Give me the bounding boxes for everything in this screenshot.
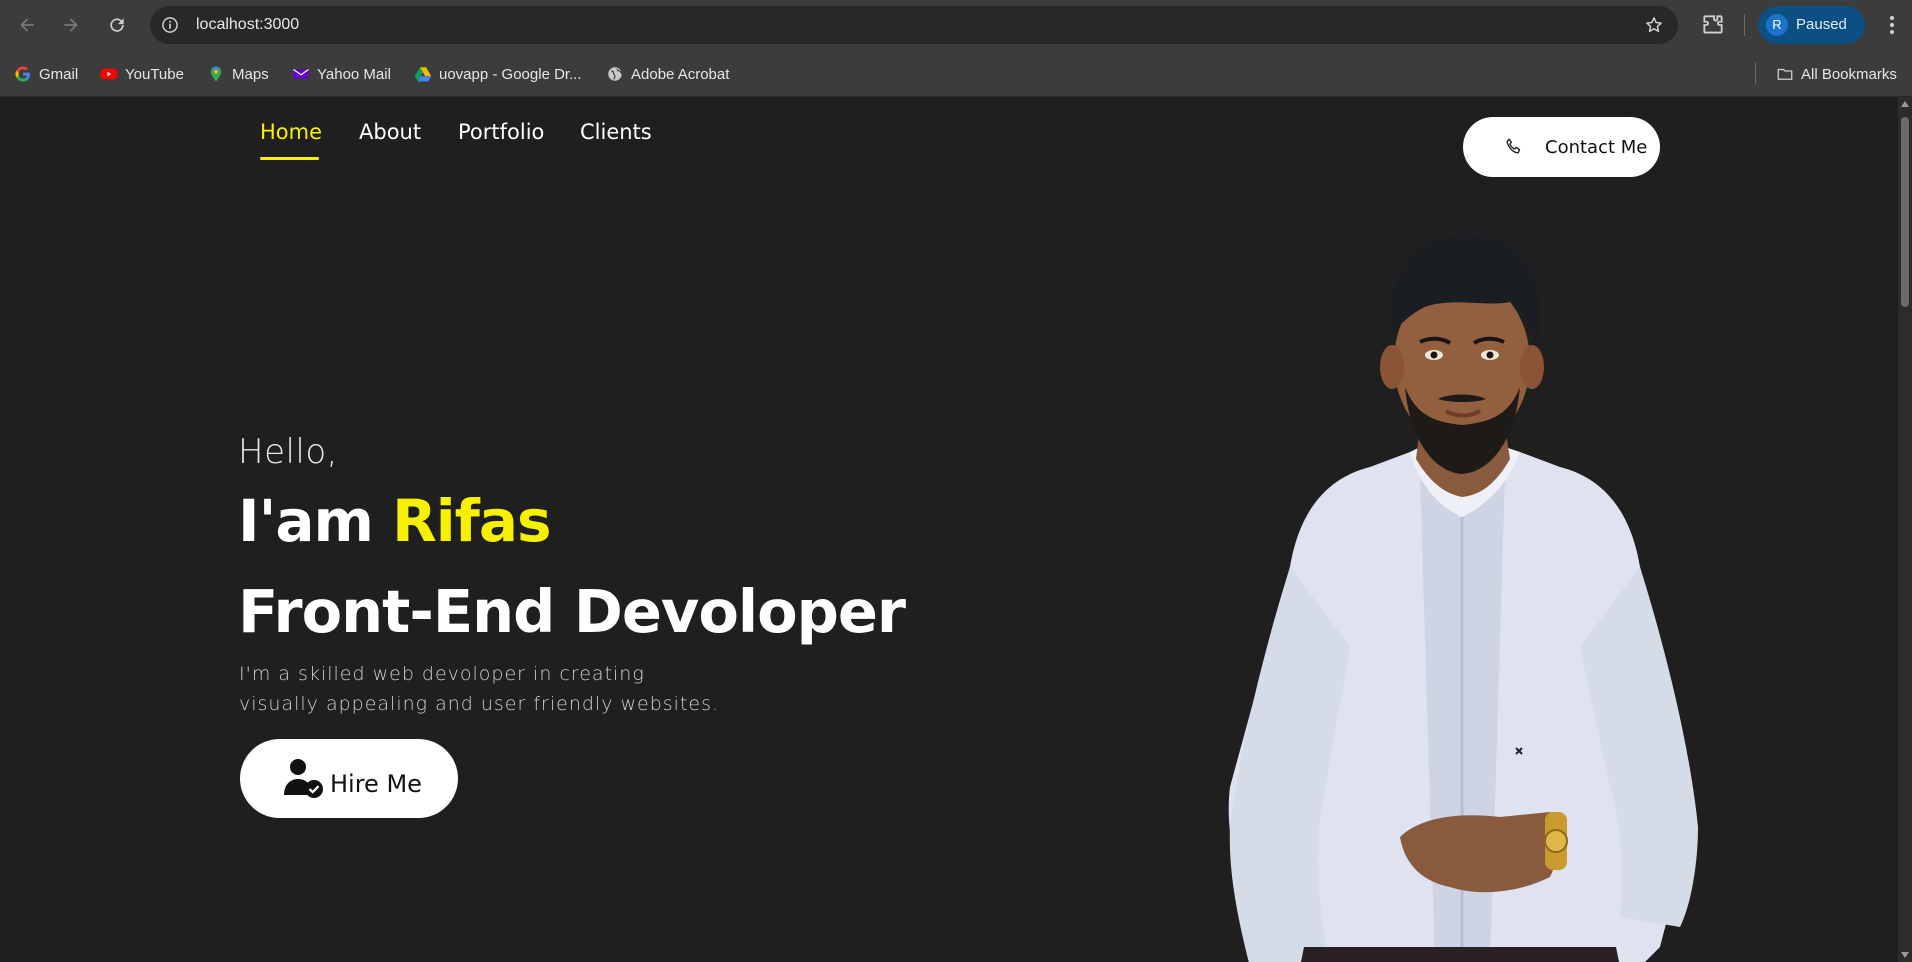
arrow-right-icon xyxy=(64,18,78,32)
reload-button[interactable] xyxy=(102,10,132,40)
user-check-icon xyxy=(284,758,323,798)
nav-home[interactable]: Home xyxy=(260,120,322,144)
google-icon xyxy=(15,66,31,82)
forward-button[interactable] xyxy=(56,10,86,40)
hire-me-label: Hire Me xyxy=(330,769,422,798)
contact-me-label: Contact Me xyxy=(1545,136,1648,158)
toolbar-divider xyxy=(1744,14,1745,36)
back-button[interactable] xyxy=(12,10,42,40)
avatar: R xyxy=(1766,14,1788,36)
yahoo-mail-icon xyxy=(293,69,309,79)
profile-button[interactable]: R Paused xyxy=(1758,6,1865,44)
maps-icon xyxy=(210,66,222,82)
page-scrollbar[interactable] xyxy=(1898,97,1912,962)
arrow-left-icon xyxy=(20,18,34,32)
page-viewport: Home About Portfolio Clients Contact Me … xyxy=(0,97,1912,962)
nav-active-underline xyxy=(260,157,319,160)
bookmark-youtube[interactable]: YouTube xyxy=(100,62,184,86)
bookmarks-divider xyxy=(1755,62,1756,84)
more-menu-icon[interactable] xyxy=(1880,13,1904,37)
bookmark-label: Adobe Acrobat xyxy=(631,65,730,83)
nav-clients[interactable]: Clients xyxy=(580,120,652,144)
all-bookmarks-button[interactable]: All Bookmarks xyxy=(1776,62,1897,86)
hero-role: Front-End Devoloper xyxy=(238,577,906,646)
scroll-down-arrow[interactable] xyxy=(1901,952,1909,958)
bookmark-gmail[interactable]: Gmail xyxy=(14,62,78,86)
bookmarks-bar: Gmail YouTube Maps Yahoo Mail uovapp - G… xyxy=(0,50,1912,97)
hero-name: Rifas xyxy=(392,487,551,555)
contact-me-button[interactable]: Contact Me xyxy=(1463,117,1660,177)
scroll-up-arrow[interactable] xyxy=(1901,101,1909,107)
hero-intro: I'am Rifas xyxy=(238,487,552,555)
bookmark-label: Yahoo Mail xyxy=(317,65,391,83)
hero-description: I'm a skilled web devoloper in creating … xyxy=(239,659,799,719)
nav-about[interactable]: About xyxy=(359,120,421,144)
bookmark-label: Gmail xyxy=(39,65,79,83)
extensions-icon[interactable] xyxy=(1700,12,1726,38)
site-info-icon[interactable] xyxy=(160,15,180,35)
hero-greeting: Hello, xyxy=(238,432,338,472)
bookmark-maps[interactable]: Maps xyxy=(207,62,269,86)
folder-icon xyxy=(1777,68,1793,80)
bookmark-uovapp[interactable]: uovapp - Google Dr... xyxy=(414,62,582,86)
globe-icon xyxy=(608,67,623,81)
url-text[interactable]: localhost:3000 xyxy=(196,6,299,44)
bookmark-label: Maps xyxy=(232,65,269,83)
reload-icon xyxy=(110,18,124,32)
hero-intro-text: I'am xyxy=(238,487,393,555)
address-bar[interactable]: localhost:3000 xyxy=(150,6,1678,44)
nav-portfolio[interactable]: Portfolio xyxy=(458,120,544,144)
browser-toolbar: localhost:3000 R Paused xyxy=(0,0,1912,50)
phone-icon xyxy=(1506,138,1521,154)
bookmark-adobe-acrobat[interactable]: Adobe Acrobat xyxy=(606,62,729,86)
bookmark-label: YouTube xyxy=(125,65,184,83)
google-drive-icon xyxy=(414,67,432,82)
hero-description-line: I'm a skilled web devoloper in creating xyxy=(239,663,645,685)
profile-status: Paused xyxy=(1796,16,1847,33)
bookmark-yahoo-mail[interactable]: Yahoo Mail xyxy=(292,62,391,86)
bookmark-label: uovapp - Google Dr... xyxy=(439,65,582,83)
bookmark-star-icon[interactable] xyxy=(1644,15,1664,35)
youtube-icon xyxy=(100,68,118,80)
profile-portrait-image xyxy=(1228,234,1698,962)
all-bookmarks-label: All Bookmarks xyxy=(1801,65,1897,83)
scrollbar-thumb[interactable] xyxy=(1901,117,1909,307)
hero-description-line: visually appealing and user friendly web… xyxy=(239,693,720,715)
hire-me-button[interactable]: Hire Me xyxy=(240,739,458,818)
